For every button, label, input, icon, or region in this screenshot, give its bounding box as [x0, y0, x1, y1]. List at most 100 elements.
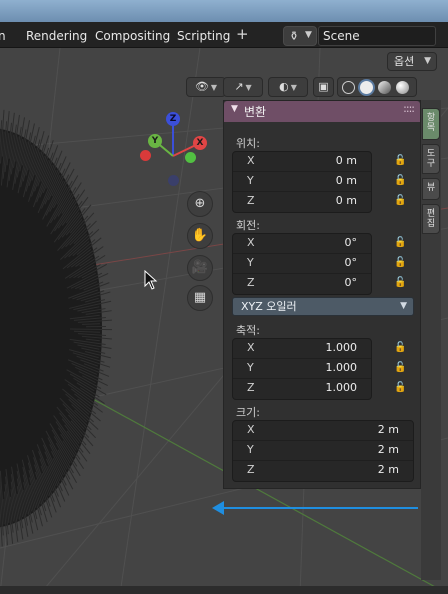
perspective-toggle-button[interactable]: ▦: [187, 285, 213, 311]
tab-compositing[interactable]: Compositing: [95, 26, 170, 46]
sidebar-tab-edit[interactable]: 편집: [422, 204, 440, 234]
xray-toggle[interactable]: ▣: [313, 77, 334, 97]
chevron-down-icon: ▼: [305, 30, 312, 40]
transform-panel-header[interactable]: ▼ 변환 ::::: [224, 101, 420, 122]
transform-panel: ▼ 변환 :::: 위치: X0 m Y0 m Z0 m 🔓 🔓 🔓 회전: X…: [223, 100, 421, 489]
dimensions-z-field[interactable]: Z 2 m: [233, 461, 413, 481]
chevron-down-icon: ▼: [400, 301, 407, 311]
field-value: 1.000: [325, 341, 358, 354]
scale-y-field[interactable]: Y 1.000: [233, 359, 371, 379]
rotation-mode-select[interactable]: XYZ 오일러 ▼: [232, 297, 414, 316]
add-workspace-button[interactable]: +: [236, 25, 249, 43]
axis-label: Y: [247, 256, 254, 269]
tab-rendering[interactable]: Rendering: [26, 26, 87, 46]
scale-x-field[interactable]: X 1.000: [233, 339, 371, 359]
lock-icon[interactable]: 🔓: [394, 342, 406, 354]
scale-fields: X 1.000 Y 1.000 Z 1.000: [232, 338, 372, 400]
dimensions-fields: X 2 m Y 2 m Z 2 m: [232, 420, 414, 482]
lock-icon[interactable]: 🔓: [394, 155, 406, 167]
dimensions-label: 크기:: [236, 406, 260, 419]
mouse-cursor-icon: [144, 270, 158, 290]
rotation-y-field[interactable]: Y 0°: [233, 254, 371, 274]
workspace-tab-bar: n Rendering Compositing Scripting + ⚱ ▼ …: [0, 22, 448, 48]
axis-label: Z: [247, 194, 255, 207]
gizmo-x-axis[interactable]: X: [193, 136, 207, 150]
hair-strand: [69, 328, 113, 331]
field-value: 0°: [344, 276, 358, 289]
xray-icon: ▣: [318, 80, 329, 93]
material-shading-icon[interactable]: [378, 81, 391, 94]
axis-label: X: [247, 236, 255, 249]
chevron-down-icon: ▼: [210, 83, 218, 92]
gizmo-neg-z-axis[interactable]: [168, 175, 179, 186]
eye-icon: 👁: [194, 80, 209, 93]
axis-label: Y: [247, 443, 254, 456]
rotation-fields: X 0° Y 0° Z 0°: [232, 233, 372, 295]
rotation-z-field[interactable]: Z 0°: [233, 274, 371, 294]
lock-icon[interactable]: 🔓: [394, 362, 406, 374]
location-y-field[interactable]: Y 0 m: [233, 172, 371, 192]
overlay-icon: ◐: [279, 80, 289, 93]
grid-icon: ▦: [193, 290, 207, 305]
axis-label: X: [247, 341, 255, 354]
rendered-shading-icon[interactable]: [396, 81, 409, 94]
tab-layout[interactable]: n: [0, 26, 6, 46]
axis-label: X: [247, 423, 255, 436]
drag-grip-icon[interactable]: ::::: [403, 102, 415, 115]
location-x-field[interactable]: X 0 m: [233, 152, 371, 172]
field-value: 2 m: [377, 423, 399, 436]
gizmo-icon: ↗: [234, 80, 244, 93]
axis-label: Y: [247, 361, 254, 374]
sidebar-tab-view[interactable]: 뷰: [422, 178, 440, 200]
lock-icon[interactable]: 🔓: [394, 195, 406, 207]
sidebar-tabs: 항목 도구 뷰 편집: [421, 100, 441, 580]
lock-icon[interactable]: 🔓: [394, 277, 406, 289]
rotation-mode-value: XYZ 오일러: [241, 300, 297, 313]
location-fields: X 0 m Y 0 m Z 0 m: [232, 151, 372, 213]
sidebar-tab-item[interactable]: 항목: [422, 108, 440, 140]
lock-icon[interactable]: 🔓: [394, 382, 406, 394]
sidebar-tab-tool[interactable]: 도구: [422, 144, 440, 174]
location-z-field[interactable]: Z 0 m: [233, 192, 371, 212]
gizmo-z-axis[interactable]: Z: [166, 112, 180, 126]
field-value: 2 m: [377, 443, 399, 456]
zoom-button[interactable]: ⊕: [187, 191, 213, 217]
field-value: 0°: [344, 256, 358, 269]
field-value: 2 m: [377, 463, 399, 476]
blender-window: n Rendering Compositing Scripting + ⚱ ▼ …: [0, 0, 448, 594]
status-bar: [0, 586, 448, 594]
pan-button[interactable]: ✋: [187, 223, 213, 249]
scene-icon: ⚱: [289, 29, 300, 43]
camera-icon: 🎥: [191, 260, 209, 275]
gizmo-neg-y-axis[interactable]: [185, 152, 196, 163]
lock-icon[interactable]: 🔓: [394, 257, 406, 269]
options-dropdown[interactable]: 옵션 ▼: [387, 52, 437, 71]
field-value: 0 m: [335, 194, 357, 207]
3d-viewport[interactable]: 옵션 ▼ 👁 ▼ ↗ ▼ ◐ ▼ ▣ Z X Y ⊕ ✋ 🎥 ▦ ▼ 변환::…: [0, 48, 448, 594]
rotation-x-field[interactable]: X 0°: [233, 234, 371, 254]
scene-selector-button[interactable]: ⚱ ▼: [283, 26, 317, 46]
tab-scripting[interactable]: Scripting: [177, 26, 230, 46]
scene-name-field[interactable]: Scene: [318, 26, 436, 46]
gizmo-neg-x-axis[interactable]: [140, 150, 151, 161]
navigation-gizmo[interactable]: Z X Y: [140, 108, 210, 188]
scale-z-field[interactable]: Z 1.000: [233, 379, 371, 399]
field-value: 0°: [344, 236, 358, 249]
options-label: 옵션: [394, 55, 415, 68]
visibility-dropdown[interactable]: 👁 ▼: [186, 77, 226, 97]
solid-shading-icon[interactable]: [360, 81, 373, 94]
camera-view-button[interactable]: 🎥: [187, 255, 213, 281]
wireframe-shading-icon[interactable]: [342, 81, 355, 94]
gizmo-y-axis[interactable]: Y: [148, 134, 162, 148]
lock-icon[interactable]: 🔓: [394, 175, 406, 187]
axis-label: Z: [247, 381, 255, 394]
overlays-dropdown[interactable]: ◐ ▼: [268, 77, 308, 97]
dimensions-x-field[interactable]: X 2 m: [233, 421, 413, 441]
dimensions-y-field[interactable]: Y 2 m: [233, 441, 413, 461]
lock-icon[interactable]: 🔓: [394, 237, 406, 249]
chevron-down-icon: ▼: [290, 83, 297, 92]
chevron-down-icon: ▼: [424, 56, 431, 66]
axis-label: Z: [247, 463, 255, 476]
title-strip: [0, 0, 448, 22]
gizmo-dropdown[interactable]: ↗ ▼: [223, 77, 263, 97]
